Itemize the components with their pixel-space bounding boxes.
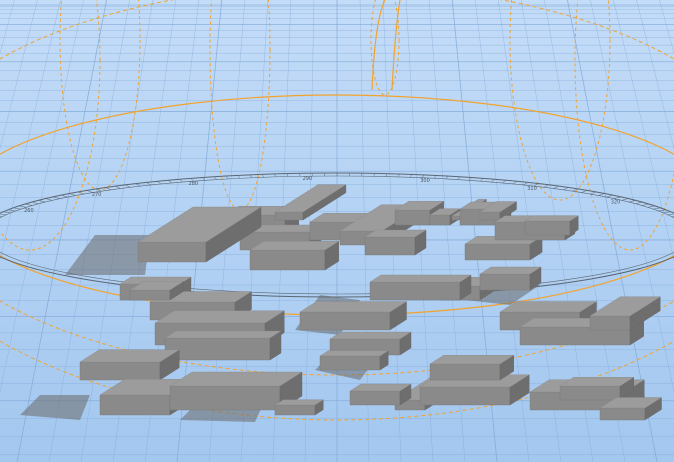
building-face-front (464, 243, 531, 261)
building-roof (479, 266, 542, 275)
compass-label: 310 (527, 186, 537, 192)
building[interactable] (349, 383, 412, 406)
building-face-front (164, 337, 271, 361)
building-face-front (249, 249, 326, 271)
building-face-front (79, 361, 161, 381)
building-face-front (429, 363, 501, 381)
building-face-front (589, 315, 631, 331)
building-face-front (299, 311, 391, 331)
compass-label: 300 (420, 178, 430, 184)
building[interactable] (164, 330, 282, 361)
building-roof (154, 310, 285, 324)
building-roof (274, 399, 324, 406)
building[interactable] (369, 274, 472, 301)
building-face-front (369, 281, 461, 301)
building[interactable] (79, 349, 180, 381)
building-face-front (99, 394, 171, 416)
building-roof (329, 331, 412, 340)
building-roof (524, 215, 579, 222)
building-roof (249, 241, 340, 251)
building-roof (164, 330, 282, 339)
building-roof (429, 355, 515, 365)
building-roof (319, 350, 389, 357)
building-roof (499, 301, 598, 313)
building-roof (364, 229, 427, 238)
building-roof (169, 371, 303, 387)
building-face-front (319, 355, 381, 371)
building-face-front (129, 289, 171, 301)
building-face-front (479, 273, 531, 291)
building[interactable] (299, 301, 408, 331)
building-roof (369, 274, 472, 283)
building-face-front (169, 385, 281, 411)
compass-label: 270 (92, 192, 102, 198)
compass-label: 260 (24, 208, 34, 214)
building[interactable] (274, 399, 324, 416)
3d-viewport[interactable]: 260 270 280 290 300 310 320 (0, 0, 674, 462)
building-face-front (599, 407, 646, 421)
building-face-front (137, 241, 207, 263)
building-face-front (419, 386, 511, 406)
building-roof (299, 301, 408, 313)
building[interactable] (429, 354, 515, 381)
building-roof (349, 383, 412, 392)
building-face-front (524, 220, 571, 236)
building[interactable] (249, 240, 340, 271)
city-scene[interactable]: 260 270 280 290 300 310 320 (0, 0, 674, 462)
building-face-front (559, 385, 621, 401)
building-face-front (274, 404, 316, 416)
compass-label: 280 (189, 181, 199, 187)
building-face-front (274, 211, 304, 221)
building[interactable] (364, 229, 427, 256)
building[interactable] (559, 376, 635, 401)
building-face-front (429, 214, 451, 226)
building-face-front (451, 215, 461, 221)
building[interactable] (319, 350, 389, 371)
building[interactable] (524, 215, 579, 236)
compass-label: 290 (303, 176, 313, 182)
compass-label: 320 (611, 199, 621, 205)
building-face-front (349, 390, 401, 406)
building[interactable] (479, 266, 542, 291)
building-face-front (364, 236, 416, 256)
building-face-front (479, 211, 501, 221)
building-face-front (394, 209, 431, 226)
